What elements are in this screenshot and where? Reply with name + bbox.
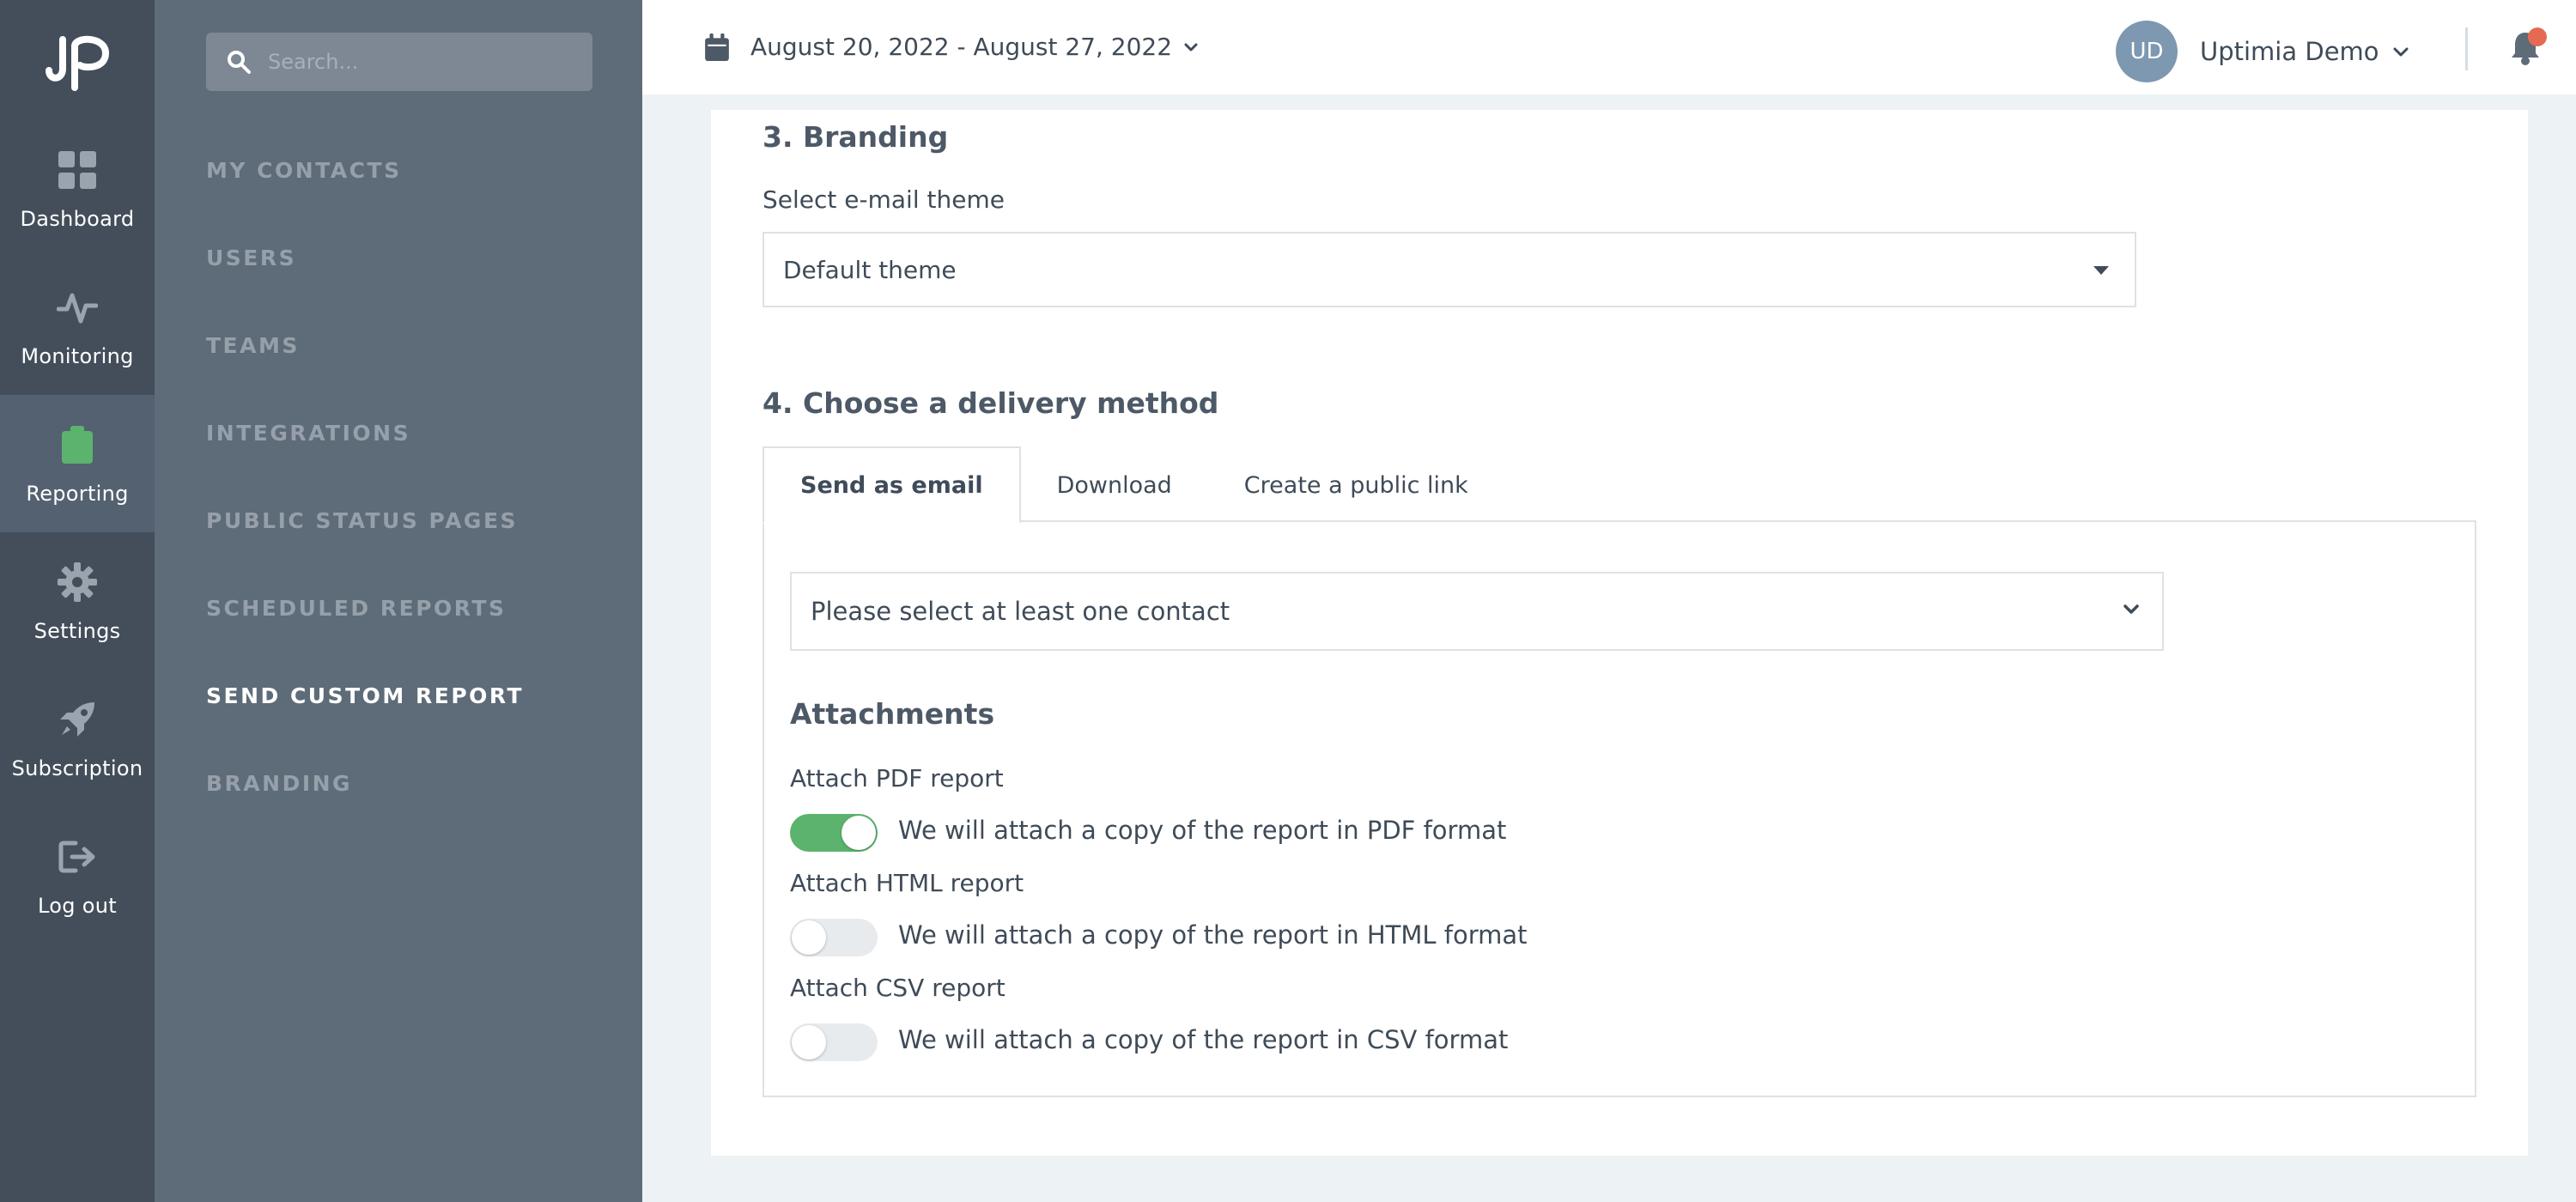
rail-item-label: Log out bbox=[38, 894, 117, 918]
send-as-email-panel: Please select at least one contact Attac… bbox=[762, 520, 2476, 1097]
subnav-item-teams[interactable]: TEAMS bbox=[206, 333, 300, 358]
search-box[interactable] bbox=[206, 33, 592, 91]
rail-item-label: Settings bbox=[33, 619, 121, 643]
attach-html-label: Attach HTML report bbox=[790, 869, 1024, 897]
toggle-knob bbox=[841, 816, 876, 850]
subnav-item-scheduled-reports[interactable]: SCHEDULED REPORTS bbox=[206, 596, 506, 621]
logo[interactable] bbox=[0, 24, 155, 101]
date-range-label: August 20, 2022 - August 27, 2022 bbox=[750, 33, 1173, 61]
subnav-item-integrations[interactable]: INTEGRATIONS bbox=[206, 421, 410, 446]
top-bar: August 20, 2022 - August 27, 2022 UD Upt… bbox=[642, 0, 2576, 101]
attach-html-description: We will attach a copy of the report in H… bbox=[898, 920, 1528, 950]
divider bbox=[2465, 27, 2468, 70]
user-name: Uptimia Demo bbox=[2200, 37, 2379, 66]
notification-badge bbox=[2528, 27, 2547, 46]
rail-item-subscription[interactable]: Subscription bbox=[0, 670, 155, 807]
attach-pdf-label: Attach PDF report bbox=[790, 764, 1004, 792]
attach-pdf-toggle[interactable] bbox=[790, 814, 878, 852]
tab-send-as-email[interactable]: Send as email bbox=[762, 446, 1021, 524]
chevron-down-icon bbox=[2123, 604, 2139, 614]
attach-csv-description: We will attach a copy of the report in C… bbox=[898, 1025, 1509, 1054]
delivery-tabs: Send as email Download Create a public l… bbox=[762, 446, 1504, 524]
rail-item-dashboard[interactable]: Dashboard bbox=[0, 120, 155, 258]
search-icon bbox=[227, 48, 254, 76]
notifications-button[interactable] bbox=[2511, 27, 2547, 69]
date-range-picker[interactable]: August 20, 2022 - August 27, 2022 bbox=[704, 33, 1198, 61]
attach-csv-label: Attach CSV report bbox=[790, 974, 1005, 1002]
tab-download[interactable]: Download bbox=[1021, 446, 1208, 524]
delivery-heading: 4. Choose a delivery method bbox=[762, 386, 1219, 420]
tab-create-public-link[interactable]: Create a public link bbox=[1208, 446, 1504, 524]
rail-item-label: Subscription bbox=[11, 756, 143, 780]
email-theme-value: Default theme bbox=[783, 255, 957, 284]
icon-rail: Dashboard Monitoring Reporting Settings … bbox=[0, 0, 155, 1202]
user-menu[interactable]: UD Uptimia Demo bbox=[2116, 21, 2409, 82]
rail-item-monitoring[interactable]: Monitoring bbox=[0, 258, 155, 395]
logout-icon bbox=[54, 834, 100, 880]
email-theme-select[interactable]: Default theme bbox=[762, 232, 2136, 307]
toggle-knob bbox=[792, 920, 826, 955]
attachments-heading: Attachments bbox=[790, 697, 995, 731]
report-form-card: 3. Branding Select e-mail theme Default … bbox=[711, 110, 2528, 1156]
subnav-item-public-status-pages[interactable]: PUBLIC STATUS PAGES bbox=[206, 508, 518, 533]
caret-down-icon bbox=[2093, 266, 2109, 275]
attach-csv-toggle[interactable] bbox=[790, 1023, 878, 1061]
chevron-down-icon bbox=[1184, 43, 1198, 51]
avatar: UD bbox=[2116, 21, 2178, 82]
rail-item-settings[interactable]: Settings bbox=[0, 532, 155, 670]
subnav-item-send-custom-report[interactable]: SEND CUSTOM REPORT bbox=[206, 683, 524, 708]
rail-item-reporting[interactable]: Reporting bbox=[0, 395, 155, 532]
rail-item-logout[interactable]: Log out bbox=[0, 807, 155, 944]
rail-item-label: Monitoring bbox=[21, 344, 134, 368]
uptimia-logo-icon bbox=[46, 35, 109, 91]
search-input[interactable] bbox=[268, 50, 577, 74]
dashboard-grid-icon bbox=[54, 147, 100, 193]
subnav-item-my-contacts[interactable]: MY CONTACTS bbox=[206, 158, 402, 183]
subnav-item-branding[interactable]: BRANDING bbox=[206, 771, 352, 796]
contact-select-placeholder: Please select at least one contact bbox=[811, 597, 1230, 626]
theme-label: Select e-mail theme bbox=[762, 185, 1005, 214]
contact-select[interactable]: Please select at least one contact bbox=[790, 572, 2164, 651]
rocket-icon bbox=[54, 696, 100, 743]
rail-item-label: Reporting bbox=[26, 482, 129, 506]
calendar-icon bbox=[705, 33, 729, 61]
chevron-down-icon bbox=[2393, 47, 2409, 57]
pulse-icon bbox=[54, 284, 100, 331]
attach-pdf-description: We will attach a copy of the report in P… bbox=[898, 816, 1507, 845]
attach-html-toggle[interactable] bbox=[790, 919, 878, 956]
subnav-item-users[interactable]: USERS bbox=[206, 246, 296, 270]
toggle-knob bbox=[792, 1025, 826, 1059]
branding-heading: 3. Branding bbox=[762, 120, 949, 154]
rail-item-label: Dashboard bbox=[20, 207, 135, 231]
clipboard-icon bbox=[54, 422, 100, 468]
secondary-sidebar: MY CONTACTS USERS TEAMS INTEGRATIONS PUB… bbox=[155, 0, 642, 1202]
gear-icon bbox=[54, 559, 100, 605]
